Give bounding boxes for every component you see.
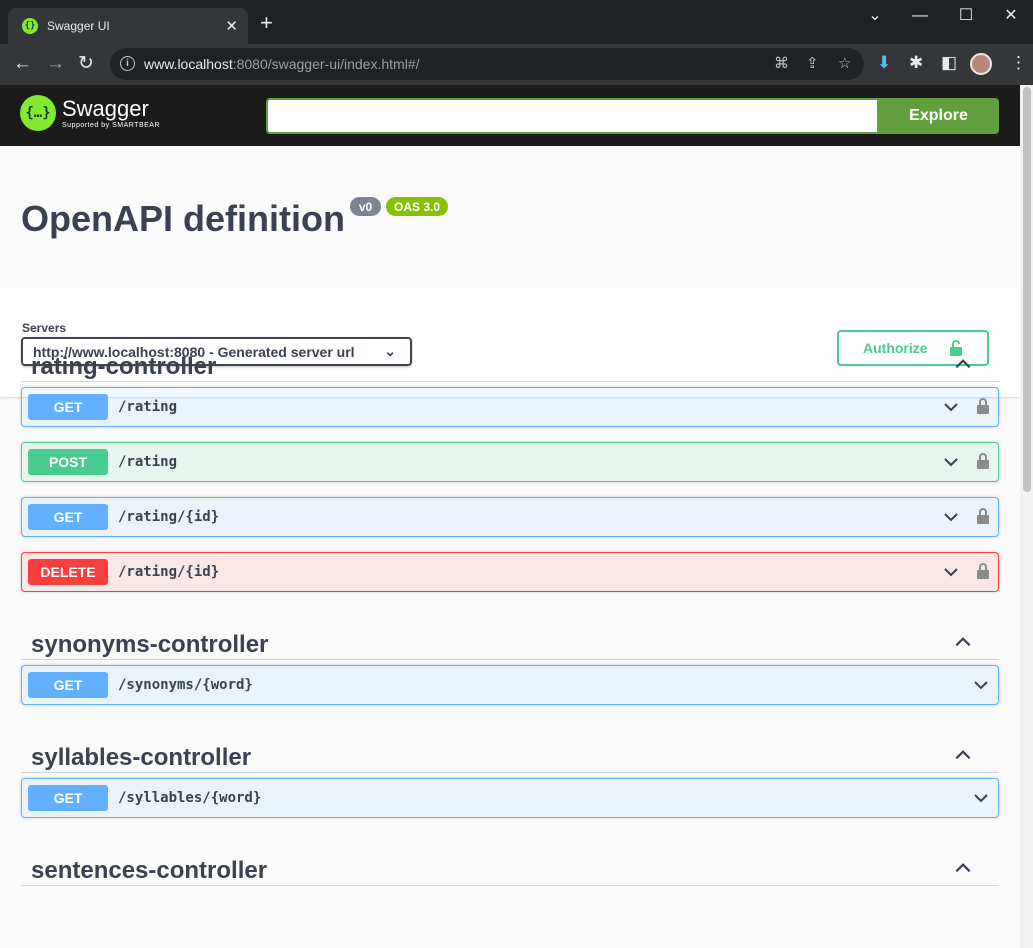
forward-icon[interactable]: →: [46, 54, 65, 74]
spec-url-input[interactable]: [266, 98, 879, 134]
section-title-syllables-controller[interactable]: syllables-controller: [31, 744, 251, 772]
swagger-favicon-icon: {}: [22, 18, 38, 34]
chevron-down-icon: ⌄: [384, 343, 396, 359]
method-badge: GET: [28, 504, 108, 530]
share-icon[interactable]: ⇪: [806, 54, 819, 72]
translate-icon[interactable]: ⌘: [774, 54, 789, 72]
swagger-logo-icon: {…}: [20, 95, 56, 131]
tab-title: Swagger UI: [47, 19, 110, 33]
version-badge: v0: [350, 197, 381, 216]
oas-badge: OAS 3.0: [386, 197, 448, 216]
section-title-sentences-controller[interactable]: sentences-controller: [31, 857, 267, 885]
browser-toolbar: ← → ↻ i www.localhost:8080/swagger-ui/in…: [0, 44, 1033, 85]
chevron-up-icon[interactable]: [953, 632, 973, 657]
chevron-up-icon[interactable]: [953, 354, 973, 379]
chevron-down-icon[interactable]: [942, 398, 960, 416]
back-icon[interactable]: ←: [13, 54, 32, 74]
lock-icon[interactable]: [976, 397, 990, 415]
operation-row[interactable]: GET/rating: [21, 387, 999, 427]
menu-kebab-icon[interactable]: ⋮: [1010, 53, 1027, 73]
servers-label: Servers: [22, 321, 67, 335]
operation-path: /rating/{id}: [118, 509, 220, 525]
side-panel-icon[interactable]: ◧: [941, 53, 957, 73]
chevron-down-icon[interactable]: [942, 453, 960, 471]
info-section: OpenAPI definition v0 OAS 3.0: [0, 146, 1020, 288]
new-tab-icon[interactable]: +: [260, 12, 273, 34]
maximize-icon[interactable]: ☐: [943, 6, 989, 26]
swagger-topbar: {…} Swagger Supported by SMARTBEAR Explo…: [0, 85, 1020, 146]
reload-icon[interactable]: ↻: [78, 54, 94, 74]
method-badge: GET: [28, 785, 108, 811]
download-icon[interactable]: ⬇: [877, 53, 891, 73]
lock-icon[interactable]: [976, 507, 990, 525]
browser-tab[interactable]: {} Swagger UI ✕: [8, 8, 248, 44]
section-divider: [21, 885, 999, 886]
operation-row[interactable]: GET/syllables/{word}: [21, 778, 999, 818]
bookmark-star-icon[interactable]: ☆: [838, 54, 851, 72]
chevron-up-icon[interactable]: [953, 745, 973, 770]
scrollbar-thumb[interactable]: [1023, 87, 1031, 492]
operation-row[interactable]: DELETE/rating/{id}: [21, 552, 999, 592]
section-title-rating-controller[interactable]: rating-controller: [31, 353, 216, 381]
site-info-icon[interactable]: i: [120, 56, 135, 71]
operation-path: /rating/{id}: [118, 564, 220, 580]
operation-row[interactable]: GET/rating/{id}: [21, 497, 999, 537]
operation-path: /synonyms/{word}: [118, 677, 253, 693]
swagger-brand-sub: Supported by SMARTBEAR: [62, 121, 161, 129]
swagger-brand: Swagger: [62, 95, 149, 121]
chevron-up-icon[interactable]: [953, 858, 973, 883]
tab-close-icon[interactable]: ✕: [225, 17, 238, 35]
section-divider: [21, 381, 999, 382]
window-close-icon[interactable]: ✕: [988, 6, 1033, 26]
minimize-icon[interactable]: —: [897, 6, 943, 26]
swagger-logo[interactable]: {…} Swagger Supported by SMARTBEAR: [20, 95, 160, 131]
lock-icon[interactable]: [976, 452, 990, 470]
operation-row[interactable]: GET/synonyms/{word}: [21, 665, 999, 705]
operation-path: /syllables/{word}: [118, 790, 262, 806]
lock-icon[interactable]: [976, 562, 990, 580]
url-host: www.localhost: [144, 56, 233, 72]
browser-titlebar: {} Swagger UI ✕ + ⌄ — ☐ ✕: [0, 0, 1033, 44]
chevron-down-icon[interactable]: [972, 789, 990, 807]
method-badge: DELETE: [28, 559, 108, 585]
page-content: {…} Swagger Supported by SMARTBEAR Explo…: [0, 85, 1020, 948]
section-divider: [21, 772, 999, 773]
profile-avatar[interactable]: [970, 53, 992, 75]
scrollbar[interactable]: [1020, 85, 1033, 948]
section-divider: [21, 659, 999, 660]
explore-button[interactable]: Explore: [878, 98, 999, 134]
method-badge: POST: [28, 449, 108, 475]
section-title-synonyms-controller[interactable]: synonyms-controller: [31, 631, 268, 659]
tab-search-icon[interactable]: ⌄: [852, 6, 898, 26]
address-bar[interactable]: i www.localhost:8080/swagger-ui/index.ht…: [110, 48, 864, 80]
extensions-icon[interactable]: ✱: [909, 53, 923, 73]
page-title: OpenAPI definition: [21, 198, 345, 239]
chevron-down-icon[interactable]: [942, 563, 960, 581]
method-badge: GET: [28, 394, 108, 420]
url-path: :8080/swagger-ui/index.html#/: [232, 56, 420, 72]
authorize-label: Authorize: [863, 340, 928, 356]
chevron-down-icon[interactable]: [972, 676, 990, 694]
method-badge: GET: [28, 672, 108, 698]
operation-path: /rating: [118, 454, 178, 470]
operation-path: /rating: [118, 399, 178, 415]
operation-row[interactable]: POST/rating: [21, 442, 999, 482]
chevron-down-icon[interactable]: [942, 508, 960, 526]
